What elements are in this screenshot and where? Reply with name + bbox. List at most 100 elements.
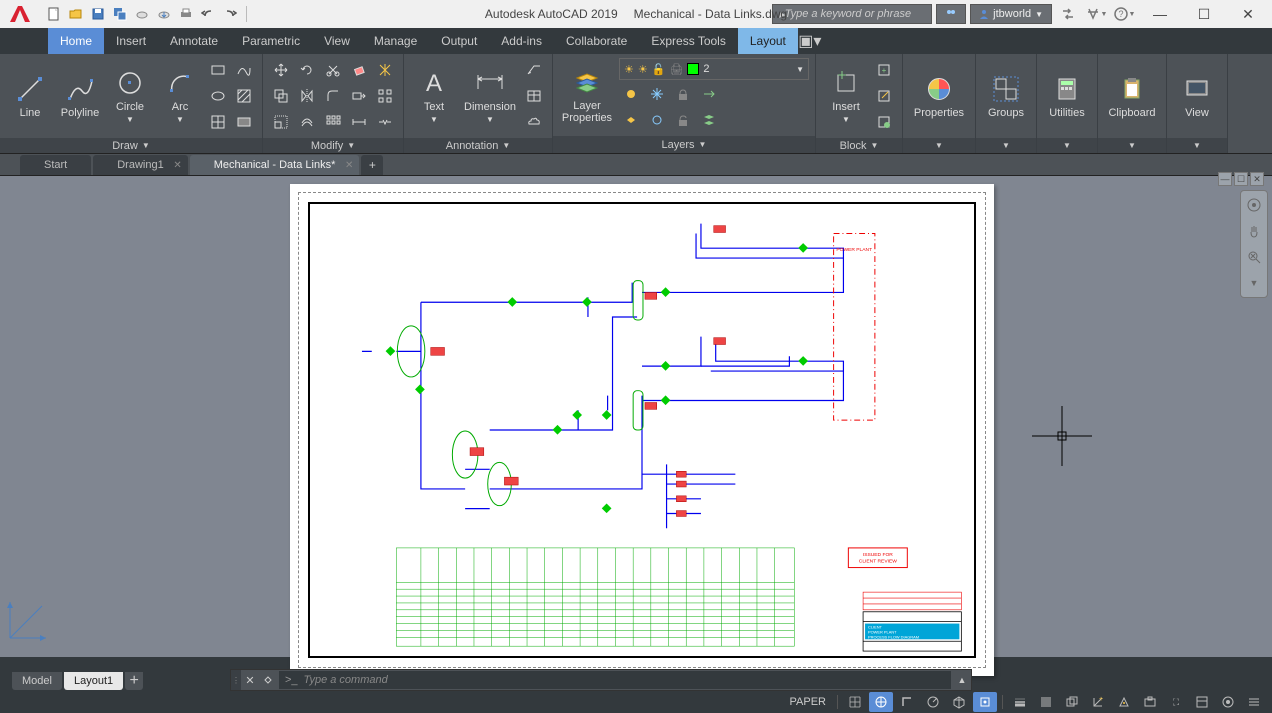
hatch-icon[interactable]: [232, 84, 256, 108]
layer-match-icon[interactable]: [697, 108, 721, 132]
tab-annotate[interactable]: Annotate: [158, 28, 230, 54]
layer-lock-icon[interactable]: [671, 82, 695, 106]
layer-make-current-icon[interactable]: [697, 82, 721, 106]
panel-title-clipboard[interactable]: ▼: [1098, 138, 1166, 153]
polyline-button[interactable]: Polyline: [56, 58, 104, 134]
plot-icon[interactable]: [176, 4, 196, 24]
layer-properties-button[interactable]: Layer Properties: [559, 59, 615, 131]
tab-manage[interactable]: Manage: [362, 28, 429, 54]
isodraft-icon[interactable]: [947, 692, 971, 712]
pan-icon[interactable]: [1244, 221, 1264, 241]
filetab-mechanical[interactable]: Mechanical - Data Links*✕: [190, 155, 360, 175]
ellipse-icon[interactable]: [206, 84, 230, 108]
layer-thaw-icon[interactable]: [645, 108, 669, 132]
break-icon[interactable]: [373, 110, 397, 134]
close-icon[interactable]: ✕: [173, 160, 181, 171]
groups-button[interactable]: Groups: [982, 58, 1030, 134]
tab-layout[interactable]: Layout: [738, 28, 798, 54]
saveas-icon[interactable]: [110, 4, 130, 24]
array-icon[interactable]: [373, 84, 397, 108]
panel-title-annotation[interactable]: Annotation▼: [404, 138, 552, 153]
viewport-close-icon[interactable]: ✕: [1250, 172, 1264, 186]
ortho-icon[interactable]: [895, 692, 919, 712]
panel-title-layers[interactable]: Layers▼: [553, 136, 815, 153]
table-icon[interactable]: [522, 84, 546, 108]
viewport-lock-icon[interactable]: [1138, 692, 1162, 712]
nav-expand-icon[interactable]: ▼: [1244, 273, 1264, 293]
tab-insert[interactable]: Insert: [104, 28, 158, 54]
snap-icon[interactable]: [869, 692, 893, 712]
command-input[interactable]: >_ Type a command: [279, 671, 951, 689]
osnap-icon[interactable]: [973, 692, 997, 712]
panel-title-groups[interactable]: ▼: [976, 138, 1036, 153]
layer-isolate-icon[interactable]: [619, 108, 643, 132]
transparency-icon[interactable]: [1034, 692, 1058, 712]
redo-icon[interactable]: [220, 4, 240, 24]
space-label[interactable]: PAPER: [784, 696, 832, 708]
arc-button[interactable]: Arc▼: [156, 58, 204, 134]
close-button[interactable]: ✕: [1228, 0, 1268, 28]
rotate-icon[interactable]: [295, 58, 319, 82]
tab-output[interactable]: Output: [429, 28, 489, 54]
exchange-icon[interactable]: [1056, 2, 1080, 26]
undo-icon[interactable]: [198, 4, 218, 24]
cloud-save-icon[interactable]: [154, 4, 174, 24]
tab-overflow-icon[interactable]: ▣▾: [798, 28, 822, 54]
line-button[interactable]: Line: [6, 58, 54, 134]
maximize-button[interactable]: ☐: [1184, 0, 1224, 28]
dimension-button[interactable]: Dimension▼: [460, 58, 520, 134]
view-button[interactable]: View: [1173, 58, 1221, 134]
annotation-scale-icon[interactable]: +: [1086, 692, 1110, 712]
save-icon[interactable]: [88, 4, 108, 24]
panel-title-draw[interactable]: Draw▼: [0, 138, 262, 153]
trim-icon[interactable]: [321, 58, 345, 82]
cmd-handle-icon[interactable]: ⋮: [231, 670, 241, 690]
edit-attributes-icon[interactable]: [872, 110, 896, 134]
cmd-options-icon[interactable]: [259, 674, 277, 686]
cmd-recent-icon[interactable]: ▲: [953, 675, 971, 685]
panel-title-utilities[interactable]: ▼: [1037, 138, 1097, 153]
utilities-button[interactable]: Utilities: [1043, 58, 1091, 134]
close-icon[interactable]: ✕: [345, 160, 353, 171]
signin-chip[interactable]: [936, 4, 966, 24]
copy-icon[interactable]: [269, 84, 293, 108]
search-input[interactable]: ▸ Type a keyword or phrase: [772, 4, 932, 24]
new-icon[interactable]: [44, 4, 64, 24]
workspace-icon[interactable]: [1216, 692, 1240, 712]
minimize-button[interactable]: —: [1140, 0, 1180, 28]
app-store-icon[interactable]: ▼: [1084, 2, 1108, 26]
panel-title-block[interactable]: Block▼: [816, 138, 902, 153]
cloud-open-icon[interactable]: [132, 4, 152, 24]
layer-off-icon[interactable]: [619, 82, 643, 106]
tab-addins[interactable]: Add-ins: [489, 28, 554, 54]
units-icon[interactable]: ⛶: [1164, 692, 1188, 712]
stretch-icon[interactable]: [347, 84, 371, 108]
cmd-close-icon[interactable]: ✕: [241, 674, 259, 687]
layer-freeze-icon[interactable]: [645, 82, 669, 106]
spline-icon[interactable]: [232, 58, 256, 82]
tab-model[interactable]: Model: [12, 672, 62, 690]
scale-icon[interactable]: [269, 110, 293, 134]
open-icon[interactable]: [66, 4, 86, 24]
erase-icon[interactable]: [347, 58, 371, 82]
layer-combo[interactable]: ☀☀🔓🖨 2 ▼: [619, 58, 809, 80]
mirror-icon[interactable]: [295, 84, 319, 108]
annotation-visibility-icon[interactable]: [1112, 692, 1136, 712]
tab-collaborate[interactable]: Collaborate: [554, 28, 639, 54]
filetab-drawing1[interactable]: Drawing1✕: [93, 155, 187, 175]
selection-cycling-icon[interactable]: [1060, 692, 1084, 712]
canvas[interactable]: — ☐ ✕ ▼: [0, 176, 1272, 657]
zoom-extents-icon[interactable]: [1244, 247, 1264, 267]
tab-express[interactable]: Express Tools: [639, 28, 737, 54]
quick-properties-icon[interactable]: [1190, 692, 1214, 712]
panel-title-view[interactable]: ▼: [1167, 138, 1227, 153]
offset-icon[interactable]: [295, 110, 319, 134]
tab-add-layout[interactable]: +: [125, 672, 143, 690]
tab-home[interactable]: Home: [48, 28, 104, 54]
create-block-icon[interactable]: +: [872, 58, 896, 82]
layer-unlock-icon[interactable]: [671, 108, 695, 132]
full-nav-icon[interactable]: [1244, 195, 1264, 215]
circle-button[interactable]: Circle▼: [106, 58, 154, 134]
tab-parametric[interactable]: Parametric: [230, 28, 312, 54]
clipboard-button[interactable]: Clipboard: [1104, 58, 1160, 134]
